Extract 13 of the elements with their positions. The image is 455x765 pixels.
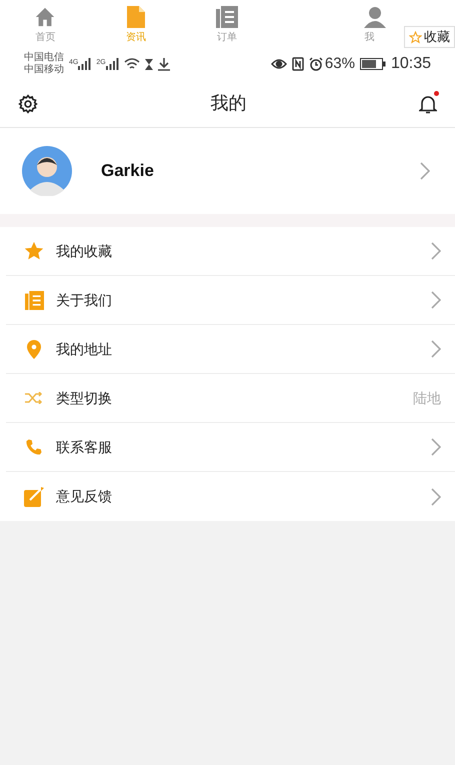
menu-label: 类型切换 — [56, 388, 112, 408]
carrier-name: 中国电信 — [24, 52, 64, 64]
carrier-name: 中国移动 — [24, 64, 64, 76]
menu-label: 我的收藏 — [56, 242, 112, 260]
page-title: 我的 — [210, 92, 246, 115]
menu-value: 陆地 — [413, 388, 441, 408]
menu-label: 联系客服 — [56, 438, 112, 456]
clock-time: 10:35 — [390, 54, 431, 74]
user-name: Garkie — [101, 160, 154, 182]
menu-label: 意见反馈 — [56, 487, 112, 506]
menu-label: 关于我们 — [56, 290, 112, 310]
menu-label: 我的地址 — [56, 340, 112, 358]
battery-percent: 63% — [324, 54, 355, 74]
